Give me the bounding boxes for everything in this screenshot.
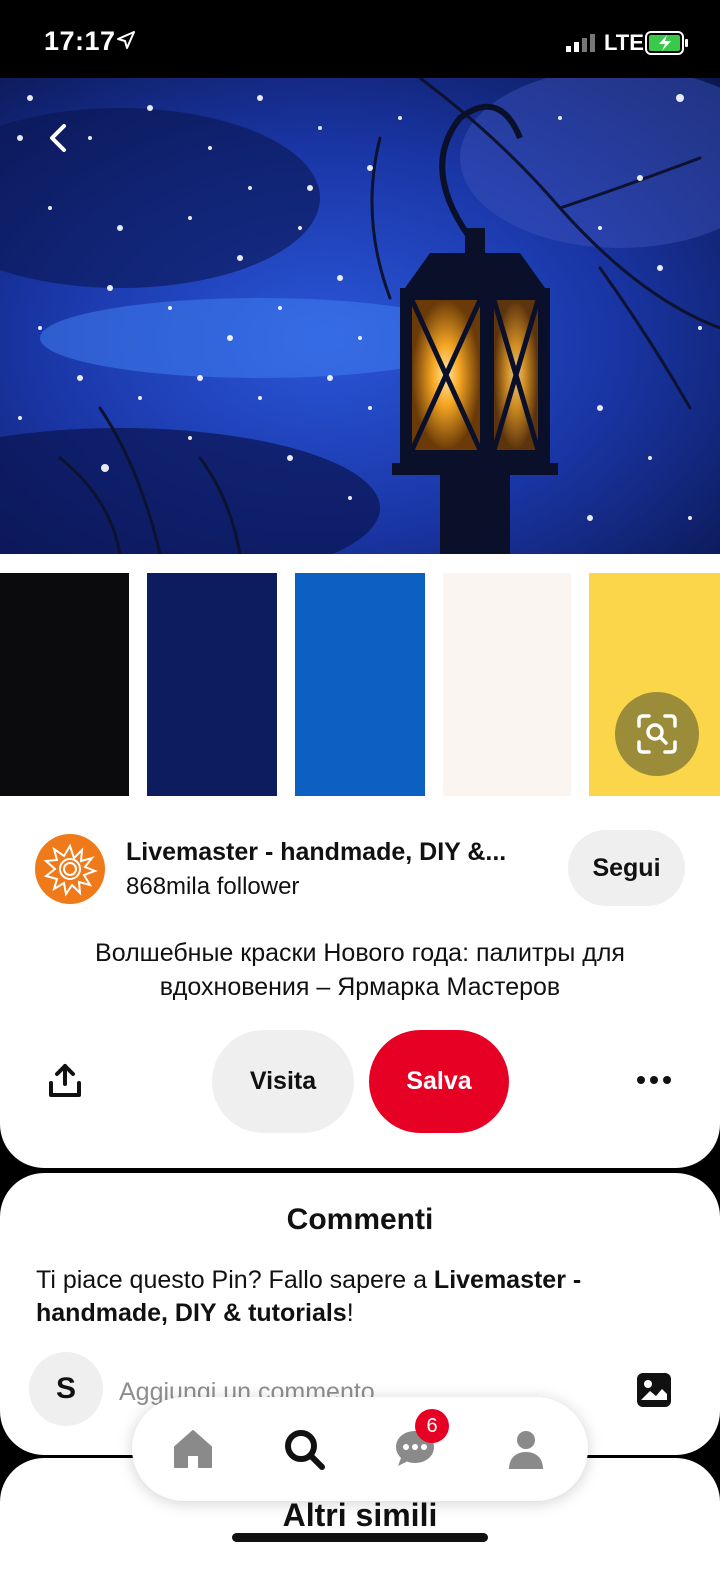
network-type: LTE: [604, 30, 644, 55]
status-time: 17:17: [44, 26, 116, 56]
color-palette: [0, 573, 720, 796]
comments-prompt-suffix: !: [346, 1299, 354, 1327]
more-options-icon[interactable]: [634, 1070, 674, 1090]
messages-badge: 6: [415, 1409, 449, 1443]
pin-description: Волшебные краски Нового года: палитры дл…: [95, 939, 625, 1001]
winter-lantern-image: [0, 78, 720, 554]
comments-prompt-prefix: Ti piace questo Pin? Fallo sapere a: [36, 1266, 434, 1294]
creator-name[interactable]: Livemaster - handmade, DIY &...: [126, 838, 506, 867]
nav-profile[interactable]: [498, 1421, 554, 1477]
home-icon: [174, 1430, 212, 1468]
palette-swatch: [443, 573, 571, 796]
add-photo-icon[interactable]: [636, 1372, 672, 1408]
more-like-this-title: Altri simili: [282, 1497, 438, 1533]
creator-avatar[interactable]: [35, 834, 105, 904]
back-chevron-icon[interactable]: [40, 118, 80, 158]
creator-follower-count: 868mila follower: [126, 873, 300, 900]
bottom-nav: [132, 1397, 588, 1501]
battery-charging-icon: [645, 31, 688, 55]
share-icon[interactable]: [48, 1063, 82, 1099]
signal-icon: [566, 34, 595, 52]
lens-search-icon: [637, 714, 677, 754]
visit-button[interactable]: Visita: [212, 1030, 354, 1133]
nav-search[interactable]: [276, 1421, 332, 1477]
pin-image[interactable]: [0, 78, 720, 554]
comments-prompt: Ti piace questo Pin? Fallo sapere a Live…: [36, 1264, 656, 1330]
visual-search-button[interactable]: [615, 692, 699, 776]
follow-button[interactable]: Segui: [568, 830, 685, 906]
home-indicator: [232, 1533, 488, 1542]
comments-title: Commenti: [286, 1203, 434, 1236]
location-arrow-icon: [117, 31, 135, 49]
status-bar: 17:17 LTE: [0, 0, 720, 80]
search-icon: [285, 1430, 325, 1470]
palette-swatch: [295, 573, 425, 796]
image-divider: [0, 554, 720, 573]
profile-icon: [509, 1431, 543, 1469]
user-avatar: S: [29, 1352, 103, 1426]
save-button[interactable]: Salva: [369, 1030, 509, 1133]
nav-home[interactable]: [165, 1421, 221, 1477]
palette-swatch: [147, 573, 277, 796]
palette-swatch: [0, 573, 129, 796]
sun-logo-icon: [43, 843, 98, 897]
